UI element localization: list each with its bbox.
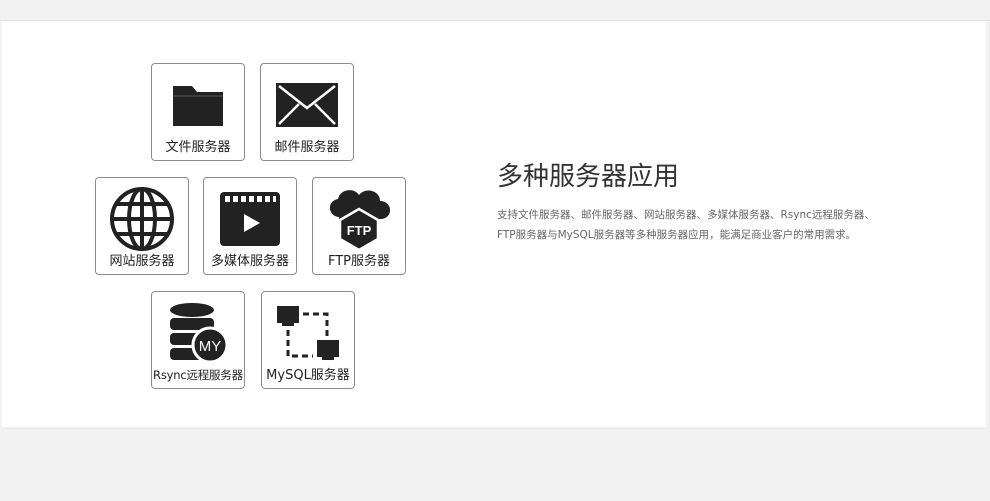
feature-title: 多种服务器应用 — [497, 162, 680, 192]
ftp-cloud-icon: FTP — [313, 186, 405, 252]
top-strip — [0, 0, 990, 21]
envelope-icon — [261, 72, 353, 138]
globe-icon — [96, 186, 188, 252]
rsync-server-tile[interactable]: MY Rsync远程服务器 — [151, 291, 245, 389]
media-server-label: 多媒体服务器 — [210, 254, 289, 269]
feature-description: 支持文件服务器、邮件服务器、网站服务器、多媒体服务器、Rsync远程服务器、FT… — [497, 209, 875, 241]
svg-text:FTP: FTP — [347, 223, 372, 238]
bottom-strip — [6, 428, 985, 501]
ftp-server-label: FTP服务器 — [327, 254, 391, 269]
mysql-server-label: MySQL服务器 — [266, 368, 350, 383]
mysql-server-tile[interactable]: MySQL服务器 — [261, 291, 355, 389]
web-server-label: 网站服务器 — [109, 254, 175, 269]
rsync-server-label: Rsync远程服务器 — [153, 368, 243, 382]
mail-server-label: 邮件服务器 — [274, 140, 340, 155]
mail-server-tile[interactable]: 邮件服务器 — [260, 63, 354, 161]
web-server-tile[interactable]: 网站服务器 — [95, 177, 189, 275]
media-server-tile[interactable]: 多媒体服务器 — [203, 177, 297, 275]
video-play-icon — [204, 186, 296, 252]
database-icon: MY — [152, 300, 244, 366]
folder-icon — [152, 72, 244, 138]
svg-text:MY: MY — [199, 338, 222, 355]
ftp-server-tile[interactable]: FTP FTP服务器 — [312, 177, 406, 275]
file-server-label: 文件服务器 — [165, 140, 231, 155]
file-server-tile[interactable]: 文件服务器 — [151, 63, 245, 161]
network-icon — [262, 300, 354, 366]
